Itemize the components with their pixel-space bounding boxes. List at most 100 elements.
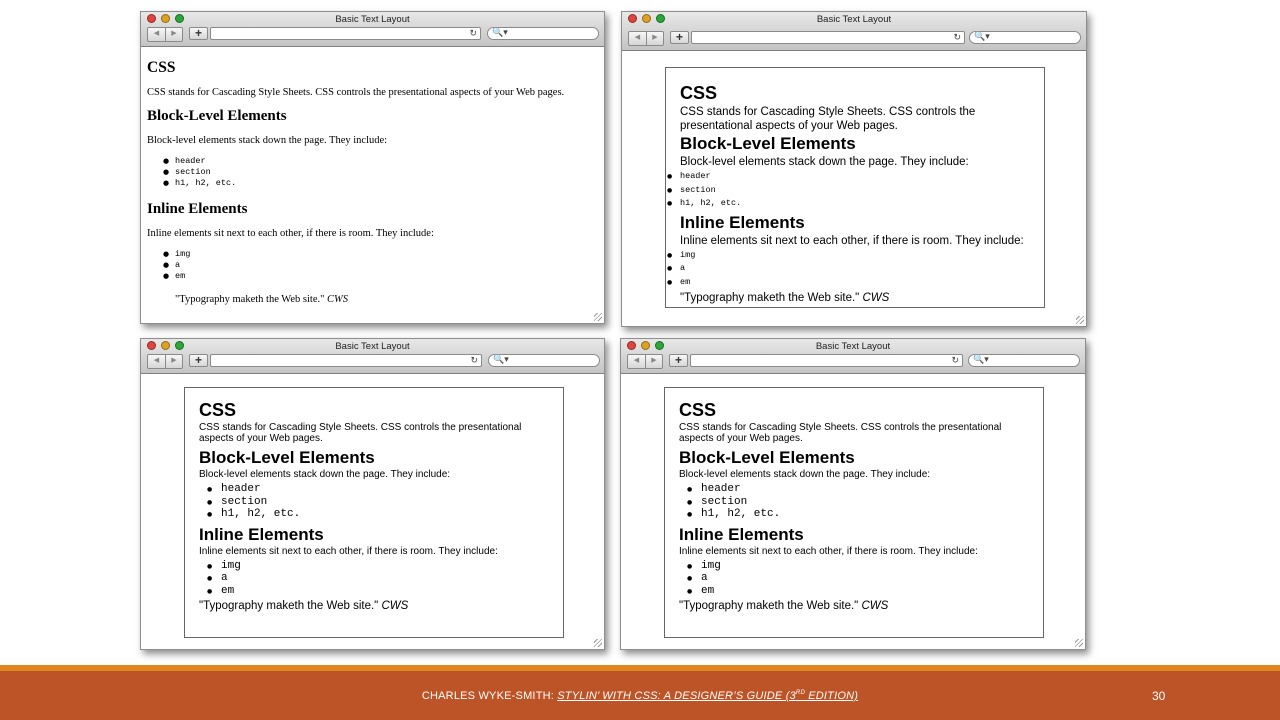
- slide-footer: CHARLES WYKE-SMITH: STYLIN’ WITH CSS: A …: [0, 671, 1280, 720]
- block-level-heading: Block-Level Elements: [147, 108, 287, 124]
- list-item: img: [666, 249, 1030, 263]
- browser-window-final-layout: Basic Text Layout ◀ ▶ + ↻ 🔍▾ CSS CSS sta…: [620, 338, 1086, 650]
- list-item: h1, h2, etc.: [666, 197, 1030, 211]
- search-field[interactable]: 🔍▾: [487, 27, 599, 40]
- resize-handle[interactable]: [594, 639, 602, 647]
- block-level-list: header section h1, h2, etc.: [666, 170, 1030, 211]
- list-item: a: [666, 262, 1030, 276]
- browser-toolbar: Basic Text Layout ◀ ▶ + ↻ 🔍▾: [621, 339, 1085, 374]
- quote-text: "Typography maketh the Web site.": [175, 294, 325, 305]
- footer-citation: CHARLES WYKE-SMITH: STYLIN’ WITH CSS: A …: [0, 690, 1280, 702]
- list-item: h1, h2, etc.: [207, 508, 549, 521]
- block-level-list: header section h1, h2, etc.: [163, 156, 598, 189]
- quote-text: "Typography maketh the Web site.": [680, 292, 860, 304]
- add-bookmark-button[interactable]: +: [670, 31, 689, 44]
- list-item: header: [207, 483, 549, 496]
- inline-paragraph: Inline elements sit next to each other, …: [147, 228, 434, 239]
- list-item: em: [207, 585, 549, 598]
- block-level-heading: Block-Level Elements: [679, 448, 855, 467]
- add-bookmark-button[interactable]: +: [189, 354, 208, 367]
- address-bar[interactable]: ↻: [210, 27, 481, 40]
- quote-author: CWS: [327, 294, 349, 305]
- browser-window-sans-box-layout: Basic Text Layout ◀ ▶ + ↻ 🔍▾ CSS CSS sta…: [621, 11, 1087, 327]
- inline-paragraph: Inline elements sit next to each other, …: [679, 545, 978, 557]
- search-icon: 🔍▾: [973, 354, 989, 364]
- list-item: section: [666, 184, 1030, 198]
- inline-list: img a em: [163, 249, 598, 282]
- resize-handle[interactable]: [1076, 316, 1084, 324]
- inline-list: img a em: [207, 560, 549, 598]
- quote-author: CWS: [381, 600, 409, 612]
- intro-paragraph: CSS stands for Cascading Style Sheets. C…: [199, 422, 522, 444]
- nav-buttons: ◀ ▶: [147, 27, 183, 42]
- page-content: CSS CSS stands for Cascading Style Sheet…: [141, 47, 604, 323]
- resize-handle[interactable]: [1075, 639, 1083, 647]
- browser-toolbar: Basic Text Layout ◀ ▶ + ↻ 🔍▾: [141, 339, 604, 374]
- quote: "Typography maketh the Web site." CWS: [679, 600, 1029, 612]
- list-item: header: [666, 170, 1030, 184]
- list-item: h1, h2, etc.: [687, 508, 1029, 521]
- browser-window-default-layout: Basic Text Layout ◀ ▶ + ↻ 🔍▾ CSS CSS sta…: [140, 11, 605, 324]
- back-button[interactable]: ◀: [629, 32, 646, 45]
- list-item: em: [687, 585, 1029, 598]
- forward-button[interactable]: ▶: [165, 28, 182, 41]
- forward-button[interactable]: ▶: [165, 355, 182, 368]
- list-item: section: [687, 496, 1029, 509]
- book-title-link[interactable]: STYLIN’ WITH CSS: A DESIGNER’S GUIDE (3R…: [557, 690, 858, 702]
- block-level-paragraph: Block-level elements stack down the page…: [679, 469, 931, 480]
- back-button[interactable]: ◀: [148, 28, 165, 41]
- page-heading: CSS: [679, 400, 717, 420]
- address-bar[interactable]: ↻: [691, 31, 965, 44]
- resize-handle[interactable]: [594, 313, 602, 321]
- list-item: img: [687, 560, 1029, 573]
- list-item: img: [207, 560, 549, 573]
- nav-buttons: ◀ ▶: [627, 354, 663, 369]
- inline-heading: Inline Elements: [680, 212, 805, 232]
- quote-text: "Typography maketh the Web site.": [679, 600, 859, 612]
- inline-heading: Inline Elements: [199, 524, 324, 544]
- back-button[interactable]: ◀: [628, 355, 645, 368]
- page-number: 30: [1152, 689, 1166, 703]
- search-icon: 🔍▾: [974, 31, 990, 41]
- quote: "Typography maketh the Web site." CWS: [175, 294, 598, 305]
- reload-icon[interactable]: ↻: [953, 32, 961, 43]
- quote-author: CWS: [862, 292, 890, 304]
- edition-superscript: RD: [795, 690, 805, 696]
- search-field[interactable]: 🔍▾: [488, 354, 600, 367]
- content-box: CSS CSS stands for Cascading Style Sheet…: [184, 387, 564, 638]
- search-icon: 🔍▾: [493, 354, 509, 364]
- reload-icon[interactable]: ↻: [469, 28, 477, 39]
- list-item: section: [207, 496, 549, 509]
- search-field[interactable]: 🔍▾: [969, 31, 1081, 44]
- page-heading: CSS: [199, 400, 237, 420]
- back-button[interactable]: ◀: [148, 355, 165, 368]
- address-bar[interactable]: ↻: [690, 354, 963, 367]
- window-title: Basic Text Layout: [335, 14, 410, 25]
- intro-paragraph: CSS stands for Cascading Style Sheets. C…: [680, 106, 976, 132]
- list-item: h1, h2, etc.: [163, 178, 598, 189]
- add-bookmark-button[interactable]: +: [669, 354, 688, 367]
- list-item: a: [163, 260, 598, 271]
- list-item: img: [163, 249, 598, 260]
- content-box: CSS CSS stands for Cascading Style Sheet…: [664, 387, 1044, 638]
- browser-toolbar: Basic Text Layout ◀ ▶ + ↻ 🔍▾: [141, 12, 604, 47]
- reload-icon[interactable]: ↻: [470, 355, 478, 366]
- address-bar[interactable]: ↻: [210, 354, 482, 367]
- inline-heading: Inline Elements: [147, 201, 248, 217]
- search-field[interactable]: 🔍▾: [968, 354, 1080, 367]
- nav-buttons: ◀ ▶: [147, 354, 183, 369]
- reload-icon[interactable]: ↻: [951, 355, 959, 366]
- forward-button[interactable]: ▶: [645, 355, 662, 368]
- block-level-list: header section h1, h2, etc.: [207, 483, 549, 521]
- forward-button[interactable]: ▶: [646, 32, 663, 45]
- block-level-heading: Block-Level Elements: [680, 134, 856, 153]
- page-heading: CSS: [680, 83, 718, 103]
- block-level-list: header section h1, h2, etc.: [687, 483, 1029, 521]
- quote-author: CWS: [861, 600, 889, 612]
- intro-paragraph: CSS stands for Cascading Style Sheets. C…: [147, 87, 565, 98]
- add-bookmark-button[interactable]: +: [189, 27, 208, 40]
- footer-author: CHARLES WYKE-SMITH:: [421, 690, 558, 702]
- list-item: header: [163, 156, 598, 167]
- list-item: em: [163, 271, 598, 282]
- list-item: header: [687, 483, 1029, 496]
